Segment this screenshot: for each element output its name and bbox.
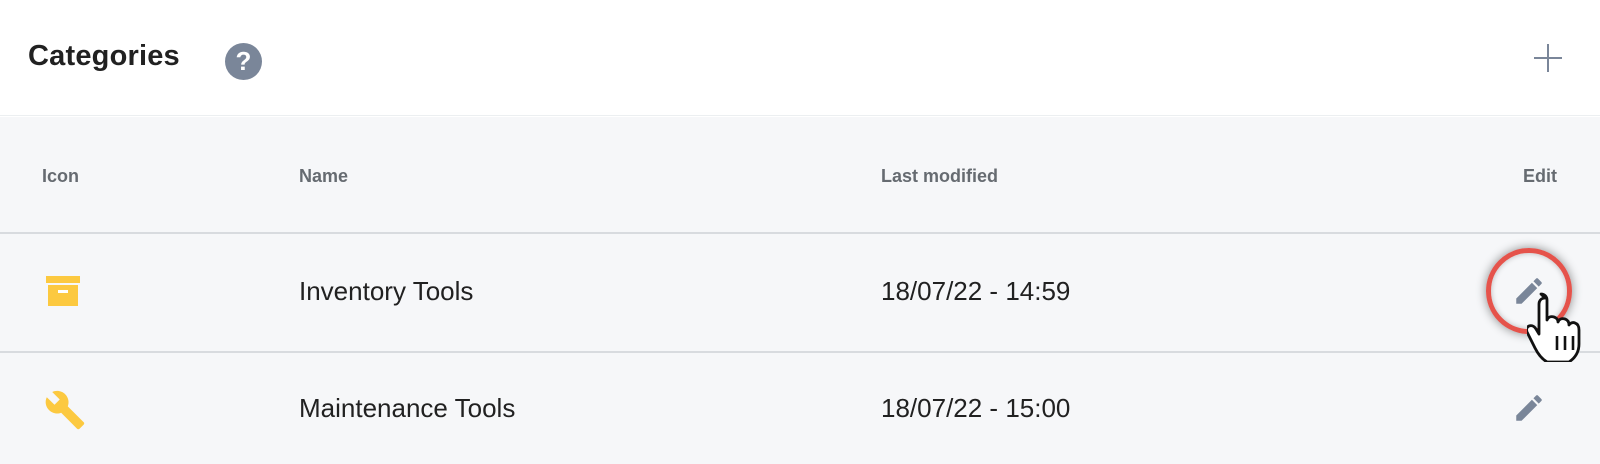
category-name: Inventory Tools <box>299 276 474 306</box>
category-name: Maintenance Tools <box>299 393 516 423</box>
help-circle-icon[interactable]: ? <box>225 43 262 80</box>
page-title: Categories <box>28 40 180 72</box>
categories-table: Icon Name Last modified Edit Inventory T… <box>0 117 1600 464</box>
column-header-name[interactable]: Name <box>299 166 348 187</box>
pencil-icon[interactable] <box>1512 391 1546 425</box>
table-row[interactable]: Maintenance Tools 18/07/22 - 15:00 <box>0 353 1600 464</box>
column-header-edit: Edit <box>1523 166 1557 186</box>
archive-box-icon <box>46 276 80 306</box>
table-row[interactable]: Inventory Tools 18/07/22 - 14:59 <box>0 236 1600 353</box>
wrench-icon <box>45 390 85 430</box>
last-modified-value: 18/07/22 - 14:59 <box>881 276 1071 306</box>
page-header: Categories ? <box>0 0 1600 116</box>
column-header-last-modified[interactable]: Last modified <box>881 166 998 187</box>
last-modified-value: 18/07/22 - 15:00 <box>881 393 1071 423</box>
table-header: Icon Name Last modified Edit <box>0 117 1600 234</box>
column-header-icon: Icon <box>42 166 80 186</box>
hand-cursor-icon <box>1527 292 1581 362</box>
add-category-button[interactable] <box>1532 42 1564 74</box>
